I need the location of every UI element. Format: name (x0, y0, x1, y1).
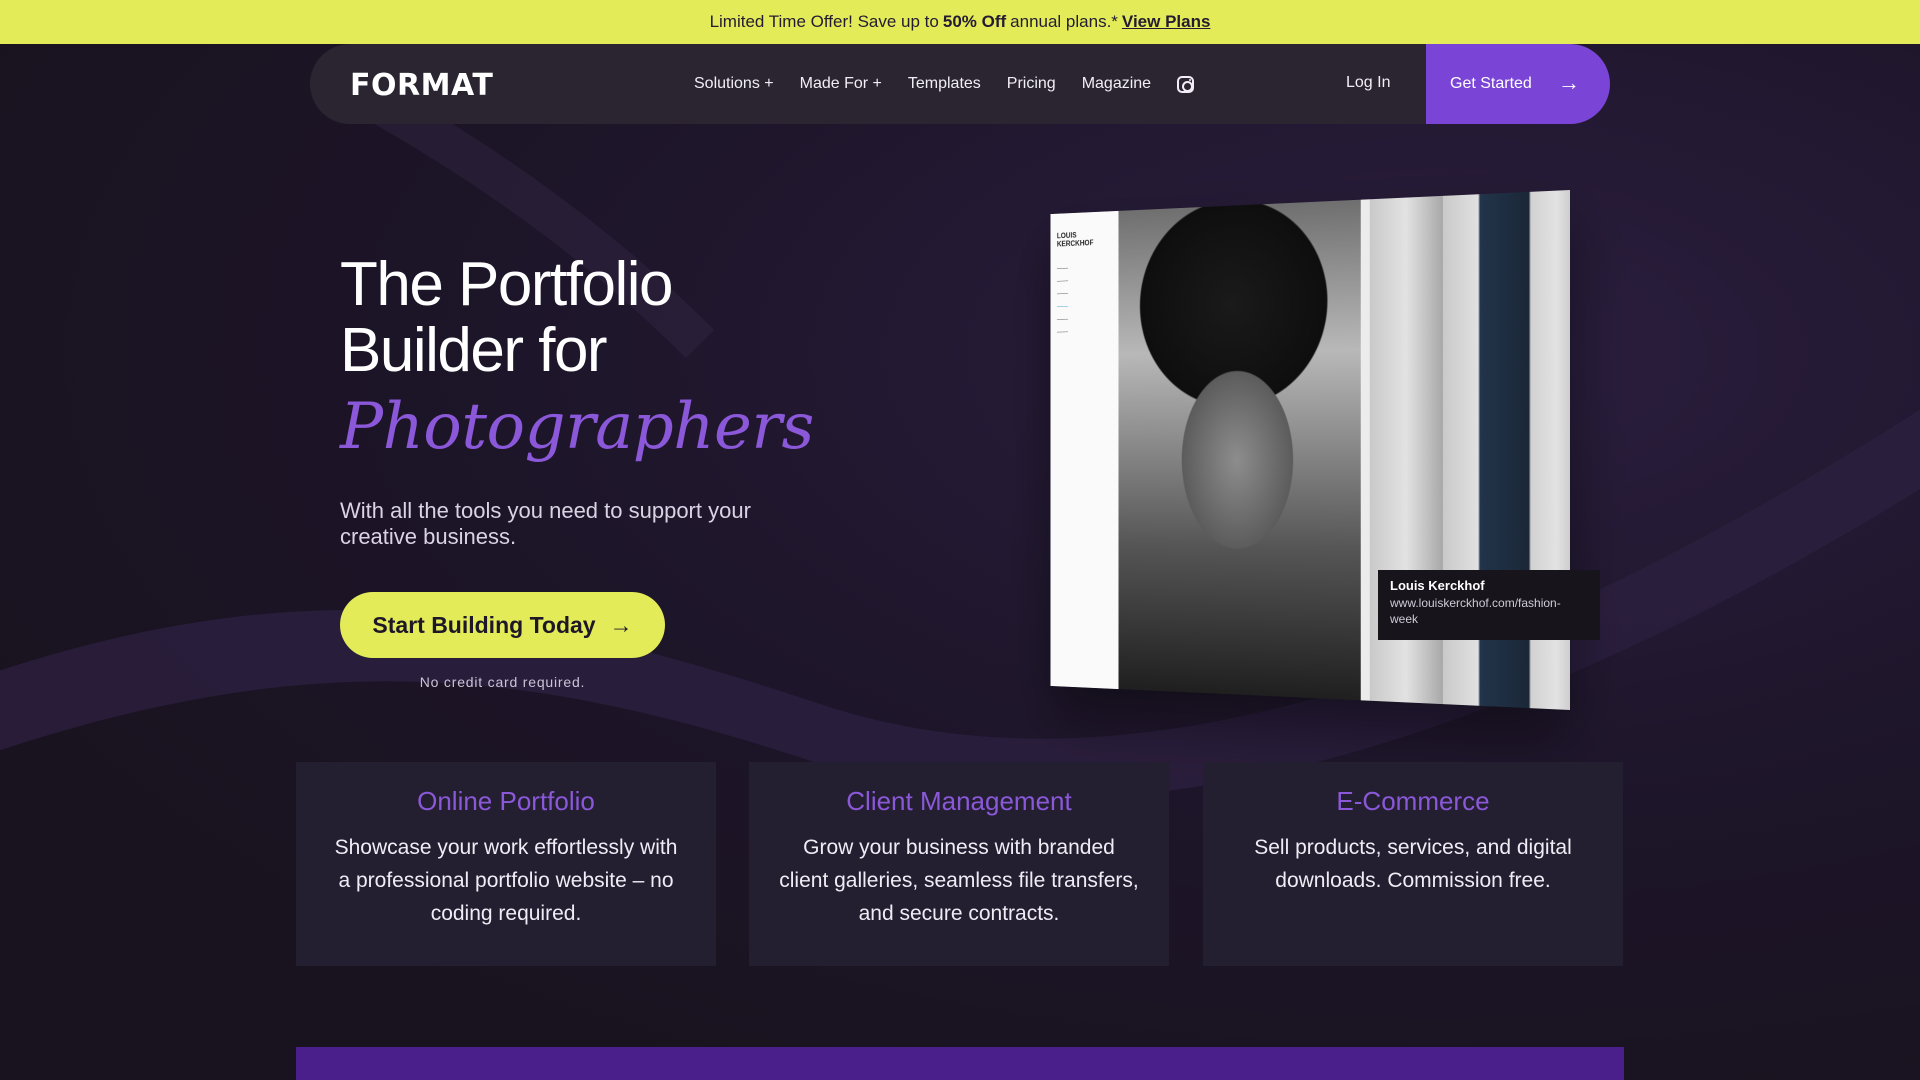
promo-highlight: 50% Off (942, 12, 1007, 31)
promo-banner: Limited Time Offer! Save up to 50% Off a… (0, 0, 1920, 44)
feature-text: Showcase your work effortlessly with a p… (334, 836, 678, 925)
nav-magazine[interactable]: Magazine (1082, 75, 1151, 93)
mockup-brand-line2: KERCKHOF (1056, 238, 1094, 249)
next-section-bar (296, 1047, 1624, 1080)
mockup-sidebar: LOUIS KERCKHOF —— —— —— —— —— —— (1050, 210, 1119, 690)
feature-text: Grow your business with branded client g… (779, 836, 1139, 925)
mockup-brand: LOUIS KERCKHOF (1056, 230, 1112, 249)
start-building-label: Start Building Today (372, 611, 596, 638)
nav-links: Solutions + Made For + Templates Pricing… (694, 44, 1195, 124)
feature-card-portfolio: Online Portfolio Showcase your work effo… (296, 762, 716, 966)
nav-templates[interactable]: Templates (908, 75, 981, 93)
feature-title: E-Commerce (1336, 786, 1490, 816)
feature-text: Sell products, services, and digital dow… (1254, 836, 1572, 892)
photo-divider (1360, 199, 1370, 701)
instagram-icon[interactable] (1177, 75, 1195, 93)
feature-title: Client Management (846, 786, 1072, 816)
no-credit-card-note: No credit card required. (419, 674, 586, 690)
hero-title-italic: Photographers (340, 390, 814, 464)
mockup-menu-line: —— (1056, 328, 1069, 336)
photo-caption: Louis Kerckhof www.louiskerckhof.com/fas… (1378, 570, 1600, 640)
feature-card-client-management: Client Management Grow your business wit… (749, 762, 1169, 966)
feature-card-ecommerce: E-Commerce Sell products, services, and … (1203, 762, 1623, 966)
hero-subtitle: With all the tools you need to support y… (340, 498, 751, 549)
nav-solutions[interactable]: Solutions + (694, 75, 774, 93)
get-started-label: Get Started (1450, 75, 1532, 92)
get-started-button[interactable]: Get Started → (1426, 44, 1610, 124)
portrait-photo (1118, 199, 1361, 701)
hero-title: The Portfolio Builder for (340, 252, 860, 384)
main-nav: FORMAT Solutions + Made For + Templates … (310, 44, 1610, 124)
feature-title: Online Portfolio (417, 786, 595, 816)
promo-text: Limited Time Offer! Save up to (709, 12, 939, 31)
portfolio-mockup: LOUIS KERCKHOF —— —— —— —— —— —— Louis K… (980, 190, 1600, 730)
arrow-right-icon: → (1558, 70, 1580, 95)
caption-url: www.louiskerckhof.com/fashion-week (1390, 596, 1561, 626)
view-plans-link[interactable]: View Plans (1122, 12, 1211, 32)
format-logo[interactable]: FORMAT (350, 68, 493, 103)
start-building-button[interactable]: Start Building Today → (340, 592, 665, 658)
nav-pricing[interactable]: Pricing (1007, 75, 1056, 93)
login-link[interactable]: Log In (1346, 74, 1390, 92)
caption-name: Louis Kerckhof (1390, 578, 1485, 593)
arrow-right-icon: → (609, 611, 633, 638)
promo-suffix: annual plans.* (1010, 12, 1118, 31)
hero-title-line2: Builder for (340, 316, 608, 385)
hero-title-line1: The Portfolio (340, 250, 674, 319)
nav-made-for[interactable]: Made For + (800, 75, 882, 93)
